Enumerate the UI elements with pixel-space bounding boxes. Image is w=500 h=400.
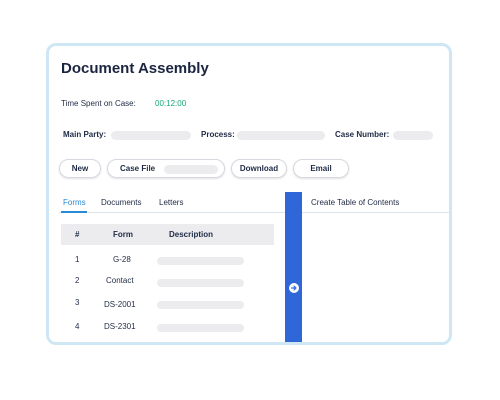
case-number-value-placeholder [393, 131, 433, 140]
case-file-button-label: Case File [120, 164, 156, 173]
row-number: 3 [75, 298, 80, 307]
process-value-placeholder [237, 131, 325, 140]
row-form: DS-2001 [104, 300, 136, 309]
time-spent-row: Time Spent on Case: 00:12:00 [61, 99, 186, 108]
create-toc-label: Create Table of Contents [311, 198, 400, 207]
time-spent-value: 00:12:00 [155, 99, 187, 108]
main-party-label: Main Party: [63, 130, 107, 139]
row-number: 1 [75, 255, 80, 264]
tab-letters[interactable]: Letters [159, 198, 183, 207]
new-button-label: New [71, 164, 89, 173]
row-number: 2 [75, 276, 80, 285]
case-meta-row: Main Party: Process: Case Number: [63, 130, 443, 142]
forms-table-header: # Form Description [61, 224, 274, 245]
toc-divider [302, 212, 449, 213]
row-description-placeholder [157, 279, 244, 287]
document-assembly-card: Document Assembly Time Spent on Case: 00… [46, 43, 452, 345]
column-header-description: Description [169, 230, 214, 239]
table-row[interactable]: 4 DS-2301 [61, 322, 274, 338]
email-button[interactable]: Email [293, 159, 349, 178]
download-button[interactable]: Download [231, 159, 287, 178]
case-file-value-placeholder [164, 165, 218, 174]
download-button-label: Download [239, 164, 279, 173]
panel-splitter[interactable] [285, 192, 302, 342]
tab-documents[interactable]: Documents [101, 198, 141, 207]
main-party-value-placeholder [111, 131, 191, 140]
row-number: 4 [75, 322, 80, 331]
row-form: DS-2301 [104, 322, 136, 331]
table-row[interactable]: 2 Contact [61, 276, 274, 292]
page-title: Document Assembly [61, 60, 209, 77]
arrow-right-circle-icon[interactable] [289, 283, 299, 293]
column-header-number: # [75, 230, 80, 239]
row-description-placeholder [157, 301, 244, 309]
row-form: Contact [106, 276, 134, 285]
time-spent-label: Time Spent on Case: [61, 99, 136, 108]
active-tab-indicator [61, 211, 87, 213]
tabs-divider [59, 212, 287, 213]
case-file-button[interactable]: Case File [107, 159, 225, 178]
row-description-placeholder [157, 257, 244, 265]
table-row[interactable]: 3 DS-2001 [61, 298, 274, 314]
email-button-label: Email [310, 164, 332, 173]
row-form: G-28 [113, 255, 131, 264]
new-button[interactable]: New [59, 159, 101, 178]
table-row[interactable]: 1 G-28 [61, 255, 274, 271]
row-description-placeholder [157, 324, 244, 332]
process-label: Process: [201, 130, 235, 139]
column-header-form: Form [113, 230, 133, 239]
case-number-label: Case Number: [335, 130, 390, 139]
tab-forms[interactable]: Forms [63, 198, 86, 207]
